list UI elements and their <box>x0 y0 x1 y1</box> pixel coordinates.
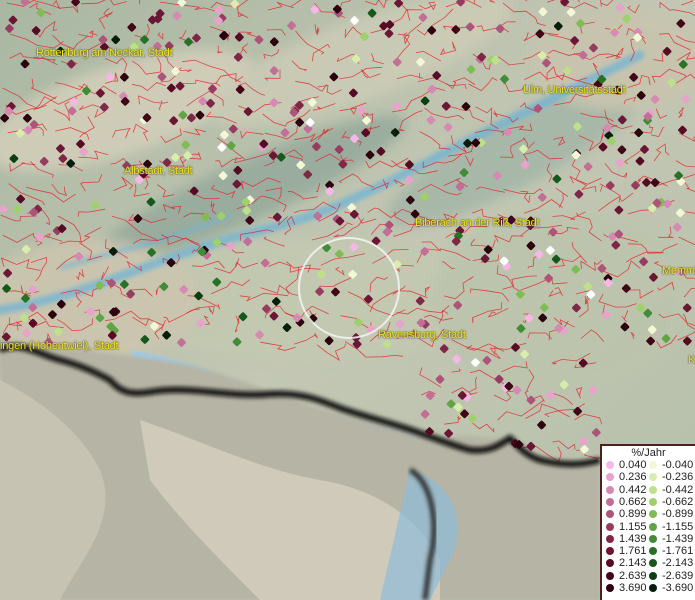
legend-swatch <box>649 571 657 580</box>
legend-swatch <box>649 534 657 543</box>
city-label: Biberach an der Riß, Stadt <box>415 217 540 229</box>
legend-swatch <box>606 534 614 543</box>
city-label: Rottenburg am Neckar, Stadt <box>36 47 173 59</box>
legend-swatch <box>649 584 657 592</box>
legend-value: -0.040 <box>662 459 694 471</box>
legend-swatch <box>649 522 657 531</box>
legend-value: -1.761 <box>662 545 694 558</box>
legend-value: -3.690 <box>662 582 694 594</box>
legend-value: -1.155 <box>662 520 694 533</box>
legend-value: -0.236 <box>662 471 694 484</box>
legend-value: 0.662 <box>619 495 647 508</box>
legend-swatch <box>649 461 657 469</box>
legend-value: 0.899 <box>619 508 647 521</box>
legend-swatch <box>649 497 657 506</box>
legend-title: %/Jahr <box>631 447 666 459</box>
legend-swatch <box>606 559 614 568</box>
legend-value: 3.690 <box>619 582 647 594</box>
legend-swatch <box>649 547 657 556</box>
legend-value: 1.761 <box>619 545 647 558</box>
legend-value: 0.040 <box>619 459 647 471</box>
city-label: ingen (Hohentwiel), Stadt <box>0 340 119 352</box>
legend-value: -2.143 <box>662 557 694 570</box>
legend-value: 2.143 <box>619 557 647 570</box>
legend-value: -0.442 <box>662 483 694 496</box>
legend-value: 2.639 <box>619 569 647 582</box>
legend-swatch <box>606 461 614 469</box>
legend-value: 0.236 <box>619 471 647 484</box>
legend-swatch <box>649 559 657 568</box>
legend: %/Jahr 0.040 0.236 0.442 0.662 0.899 1.155 1.4… <box>600 444 695 600</box>
legend-swatch <box>606 497 614 506</box>
legend-swatch <box>606 584 614 592</box>
legend-swatch <box>649 510 657 519</box>
legend-swatch <box>606 473 614 482</box>
legend-swatch <box>606 547 614 556</box>
legend-swatch <box>606 571 614 580</box>
city-label: K <box>688 354 695 366</box>
city-label: Ravensburg, Stadt <box>378 329 466 341</box>
legend-value: -2.639 <box>662 569 694 582</box>
legend-value: -1.439 <box>662 532 694 545</box>
legend-swatch <box>606 510 614 519</box>
map-canvas[interactable]: Rottenburg am Neckar, Stadt Ulm, Univers… <box>0 0 695 600</box>
legend-value: 1.155 <box>619 520 647 533</box>
legend-value: 1.439 <box>619 532 647 545</box>
legend-swatch <box>649 485 657 494</box>
legend-swatch <box>649 473 657 482</box>
legend-value: 0.442 <box>619 483 647 496</box>
city-label: Memmi <box>662 265 695 277</box>
legend-value: -0.899 <box>662 508 694 521</box>
legend-swatch <box>606 522 614 531</box>
city-label: Ulm, Universitätsstadt <box>523 84 626 96</box>
legend-swatch <box>606 485 614 494</box>
legend-value: -0.662 <box>662 495 694 508</box>
city-label: Albstadt, Stadt <box>124 165 193 177</box>
